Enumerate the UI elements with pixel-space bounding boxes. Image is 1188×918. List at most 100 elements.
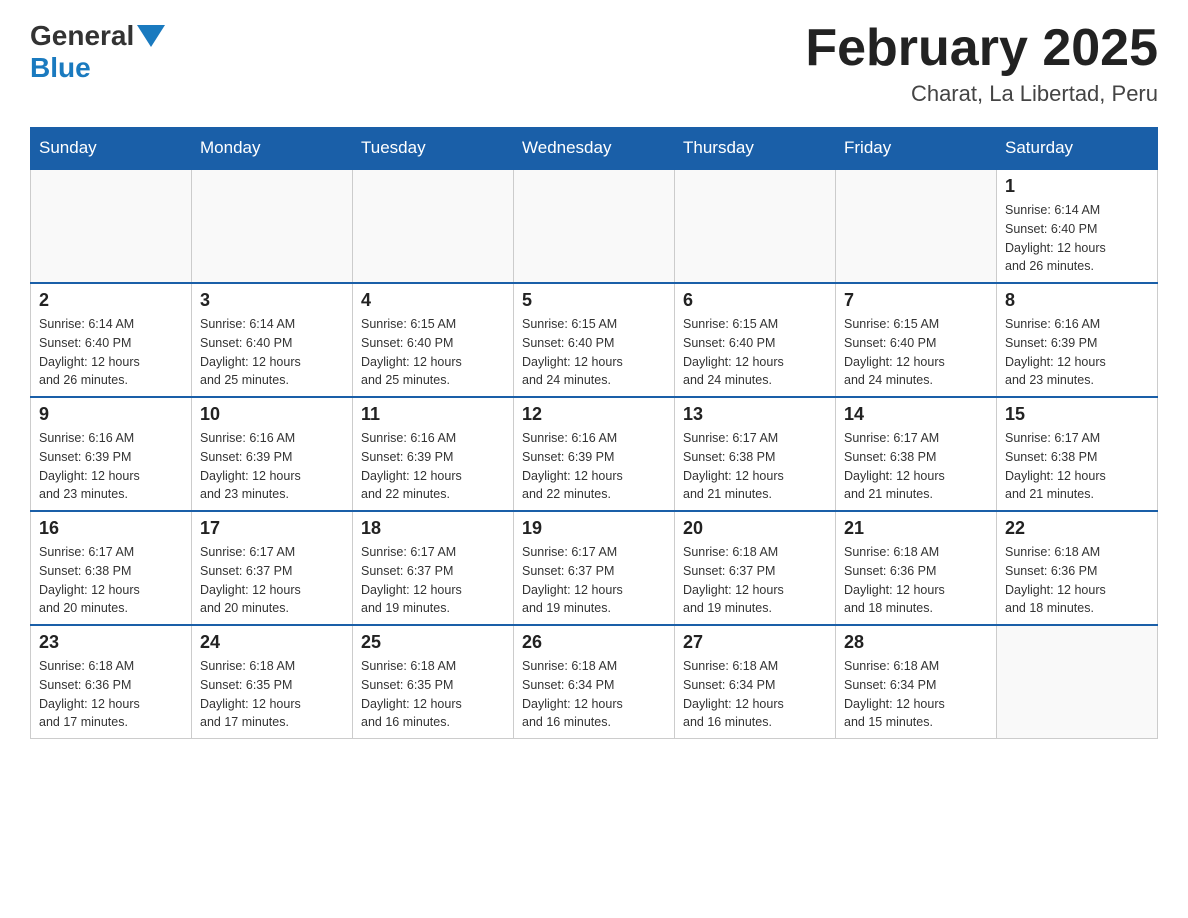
calendar-day-cell — [353, 169, 514, 283]
calendar-day-cell: 19 Sunrise: 6:17 AMSunset: 6:37 PMDayligh… — [514, 511, 675, 625]
day-number: 2 — [39, 290, 183, 311]
day-info: Sunrise: 6:17 AMSunset: 6:38 PMDaylight:… — [39, 543, 183, 618]
day-of-week-header: Tuesday — [353, 128, 514, 170]
calendar-day-cell: 11 Sunrise: 6:16 AMSunset: 6:39 PMDayligh… — [353, 397, 514, 511]
logo-triangle-icon — [137, 25, 165, 47]
subtitle: Charat, La Libertad, Peru — [805, 81, 1158, 107]
calendar-day-cell: 25 Sunrise: 6:18 AMSunset: 6:35 PMDayligh… — [353, 625, 514, 739]
calendar-day-cell: 21 Sunrise: 6:18 AMSunset: 6:36 PMDayligh… — [836, 511, 997, 625]
day-info: Sunrise: 6:15 AMSunset: 6:40 PMDaylight:… — [522, 315, 666, 390]
calendar-day-cell: 7Sunrise: 6:15 AMSunset: 6:40 PMDaylight… — [836, 283, 997, 397]
calendar-day-cell: 9 Sunrise: 6:16 AMSunset: 6:39 PMDaylight… — [31, 397, 192, 511]
day-info: Sunrise: 6:18 AMSunset: 6:35 PMDaylight:… — [361, 657, 505, 732]
day-number: 1 — [1005, 176, 1149, 197]
day-number: 16 — [39, 518, 183, 539]
day-number: 3 — [200, 290, 344, 311]
day-info: Sunrise: 6:18 AMSunset: 6:34 PMDaylight:… — [683, 657, 827, 732]
calendar-day-cell: 24 Sunrise: 6:18 AMSunset: 6:35 PMDayligh… — [192, 625, 353, 739]
day-info: Sunrise: 6:16 AMSunset: 6:39 PMDaylight:… — [361, 429, 505, 504]
day-number: 26 — [522, 632, 666, 653]
calendar-day-cell — [675, 169, 836, 283]
day-number: 27 — [683, 632, 827, 653]
title-block: February 2025 Charat, La Libertad, Peru — [805, 20, 1158, 107]
calendar-table: SundayMondayTuesdayWednesdayThursdayFrid… — [30, 127, 1158, 739]
day-info: Sunrise: 6:16 AMSunset: 6:39 PMDaylight:… — [39, 429, 183, 504]
day-info: Sunrise: 6:16 AMSunset: 6:39 PMDaylight:… — [1005, 315, 1149, 390]
day-number: 9 — [39, 404, 183, 425]
day-number: 4 — [361, 290, 505, 311]
calendar-day-cell: 17 Sunrise: 6:17 AMSunset: 6:37 PMDayligh… — [192, 511, 353, 625]
day-number: 23 — [39, 632, 183, 653]
day-info: Sunrise: 6:15 AMSunset: 6:40 PMDaylight:… — [683, 315, 827, 390]
calendar-day-cell: 28Sunrise: 6:18 AMSunset: 6:34 PMDayligh… — [836, 625, 997, 739]
day-number: 5 — [522, 290, 666, 311]
calendar-day-cell — [836, 169, 997, 283]
day-number: 22 — [1005, 518, 1149, 539]
day-number: 20 — [683, 518, 827, 539]
day-info: Sunrise: 6:18 AMSunset: 6:34 PMDaylight:… — [844, 657, 988, 732]
day-info: Sunrise: 6:17 AMSunset: 6:38 PMDaylight:… — [1005, 429, 1149, 504]
calendar-day-cell: 3 Sunrise: 6:14 AMSunset: 6:40 PMDaylight… — [192, 283, 353, 397]
day-number: 21 — [844, 518, 988, 539]
day-of-week-header: Monday — [192, 128, 353, 170]
day-info: Sunrise: 6:17 AMSunset: 6:38 PMDaylight:… — [683, 429, 827, 504]
day-of-week-header: Friday — [836, 128, 997, 170]
calendar-day-cell: 4 Sunrise: 6:15 AMSunset: 6:40 PMDaylight… — [353, 283, 514, 397]
day-info: Sunrise: 6:18 AMSunset: 6:35 PMDaylight:… — [200, 657, 344, 732]
day-info: Sunrise: 6:16 AMSunset: 6:39 PMDaylight:… — [200, 429, 344, 504]
calendar-day-cell: 2 Sunrise: 6:14 AMSunset: 6:40 PMDaylight… — [31, 283, 192, 397]
day-of-week-header: Sunday — [31, 128, 192, 170]
calendar-week-row: 9 Sunrise: 6:16 AMSunset: 6:39 PMDaylight… — [31, 397, 1158, 511]
calendar-day-cell: 8 Sunrise: 6:16 AMSunset: 6:39 PMDaylight… — [997, 283, 1158, 397]
day-info: Sunrise: 6:15 AMSunset: 6:40 PMDaylight:… — [361, 315, 505, 390]
calendar-day-cell: 15 Sunrise: 6:17 AMSunset: 6:38 PMDayligh… — [997, 397, 1158, 511]
calendar-day-cell: 13 Sunrise: 6:17 AMSunset: 6:38 PMDayligh… — [675, 397, 836, 511]
day-number: 8 — [1005, 290, 1149, 311]
calendar-header-row: SundayMondayTuesdayWednesdayThursdayFrid… — [31, 128, 1158, 170]
day-of-week-header: Wednesday — [514, 128, 675, 170]
day-of-week-header: Thursday — [675, 128, 836, 170]
day-info: Sunrise: 6:14 AMSunset: 6:40 PMDaylight:… — [39, 315, 183, 390]
day-number: 17 — [200, 518, 344, 539]
calendar-day-cell: 22Sunrise: 6:18 AMSunset: 6:36 PMDayligh… — [997, 511, 1158, 625]
calendar-day-cell: 14 Sunrise: 6:17 AMSunset: 6:38 PMDayligh… — [836, 397, 997, 511]
calendar-day-cell: 26Sunrise: 6:18 AMSunset: 6:34 PMDayligh… — [514, 625, 675, 739]
calendar-day-cell: 18Sunrise: 6:17 AMSunset: 6:37 PMDayligh… — [353, 511, 514, 625]
day-number: 19 — [522, 518, 666, 539]
day-info: Sunrise: 6:17 AMSunset: 6:38 PMDaylight:… — [844, 429, 988, 504]
day-number: 13 — [683, 404, 827, 425]
logo-general-text: General — [30, 20, 134, 52]
calendar-day-cell — [192, 169, 353, 283]
calendar-day-cell: 5 Sunrise: 6:15 AMSunset: 6:40 PMDaylight… — [514, 283, 675, 397]
day-info: Sunrise: 6:14 AMSunset: 6:40 PMDaylight:… — [1005, 201, 1149, 276]
day-info: Sunrise: 6:18 AMSunset: 6:36 PMDaylight:… — [844, 543, 988, 618]
day-info: Sunrise: 6:16 AMSunset: 6:39 PMDaylight:… — [522, 429, 666, 504]
calendar-day-cell: 16 Sunrise: 6:17 AMSunset: 6:38 PMDayligh… — [31, 511, 192, 625]
day-info: Sunrise: 6:14 AMSunset: 6:40 PMDaylight:… — [200, 315, 344, 390]
day-info: Sunrise: 6:17 AMSunset: 6:37 PMDaylight:… — [200, 543, 344, 618]
day-number: 7 — [844, 290, 988, 311]
calendar-week-row: 16 Sunrise: 6:17 AMSunset: 6:38 PMDayligh… — [31, 511, 1158, 625]
calendar-day-cell: 10 Sunrise: 6:16 AMSunset: 6:39 PMDayligh… — [192, 397, 353, 511]
day-info: Sunrise: 6:17 AMSunset: 6:37 PMDaylight:… — [522, 543, 666, 618]
calendar-day-cell: 27 Sunrise: 6:18 AMSunset: 6:34 PMDayligh… — [675, 625, 836, 739]
logo-general: General — [30, 20, 165, 52]
day-number: 14 — [844, 404, 988, 425]
day-info: Sunrise: 6:18 AMSunset: 6:37 PMDaylight:… — [683, 543, 827, 618]
calendar-day-cell — [514, 169, 675, 283]
calendar-day-cell — [31, 169, 192, 283]
day-number: 24 — [200, 632, 344, 653]
day-number: 10 — [200, 404, 344, 425]
day-of-week-header: Saturday — [997, 128, 1158, 170]
calendar-day-cell: 20 Sunrise: 6:18 AMSunset: 6:37 PMDayligh… — [675, 511, 836, 625]
day-number: 25 — [361, 632, 505, 653]
calendar-day-cell: 6Sunrise: 6:15 AMSunset: 6:40 PMDaylight… — [675, 283, 836, 397]
day-info: Sunrise: 6:17 AMSunset: 6:37 PMDaylight:… — [361, 543, 505, 618]
day-number: 11 — [361, 404, 505, 425]
calendar-day-cell: 23 Sunrise: 6:18 AMSunset: 6:36 PMDayligh… — [31, 625, 192, 739]
calendar-day-cell: 1 Sunrise: 6:14 AMSunset: 6:40 PMDaylight… — [997, 169, 1158, 283]
day-number: 15 — [1005, 404, 1149, 425]
day-number: 12 — [522, 404, 666, 425]
day-info: Sunrise: 6:18 AMSunset: 6:36 PMDaylight:… — [39, 657, 183, 732]
logo: General Blue — [30, 20, 165, 84]
